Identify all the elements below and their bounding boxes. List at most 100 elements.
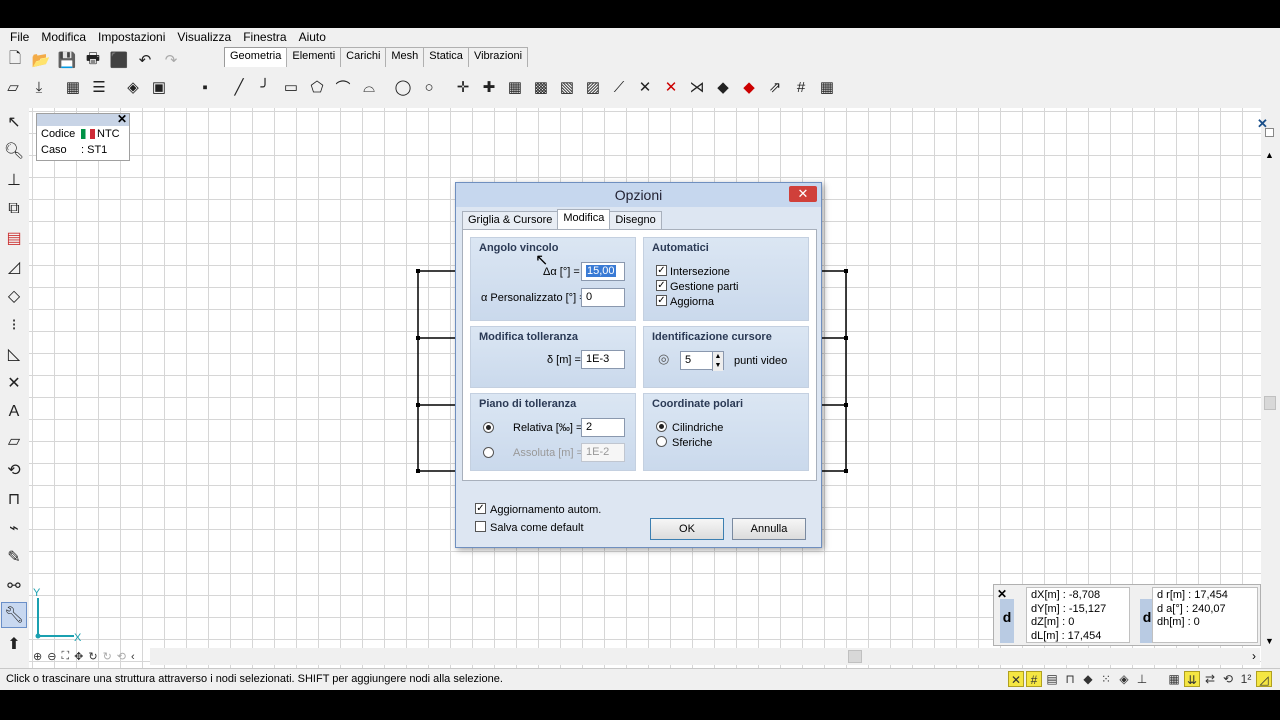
refresh-icon[interactable]: ↻ — [103, 650, 112, 663]
dialog-title: Opzioni ✕ — [456, 183, 821, 207]
status-bar: Click o trascinare una struttura attrave… — [0, 668, 1280, 690]
aggiornamento-checkbox[interactable]: ✓ — [475, 503, 486, 514]
frame-toggle-icon[interactable]: ⊓ — [1062, 671, 1078, 687]
zoom-fit-icon[interactable]: ⛶ — [61, 650, 69, 663]
case-info-box: ✕ Codice NTC Caso : ST1 — [36, 112, 130, 161]
relativa-radio[interactable] — [483, 422, 494, 433]
arrows-toggle-icon[interactable]: ⇊ — [1184, 671, 1200, 687]
ortho-icon[interactable]: ▤ — [1044, 671, 1060, 687]
zoom-controls: ⊕ ⊖ ⛶ ✥ ↻ ↻ ⟲ ‹ — [30, 648, 170, 665]
delta-angle-input[interactable]: 15,00 — [581, 262, 625, 281]
cursore-unit-label: punti video — [734, 355, 788, 367]
angolo-vincolo-panel: Angolo vincolo Δα [°] = 15,00 α Personal… — [470, 237, 636, 321]
slope-icon[interactable]: ◿ — [1256, 671, 1272, 687]
horizontal-scrollbar[interactable]: › — [150, 648, 1260, 665]
cilindriche-label: Cilindriche — [672, 422, 724, 434]
axis-toggle-icon[interactable]: ⊥ — [1134, 671, 1150, 687]
h-scroll-thumb[interactable] — [848, 650, 862, 663]
salva-default-checkbox[interactable] — [475, 521, 486, 532]
vertical-scrollbar[interactable]: ✕ ▲ ▼ — [1257, 108, 1280, 670]
power-label[interactable]: 1² — [1238, 671, 1254, 687]
custom-angle-label: α Personalizzato [°] = — [481, 292, 586, 304]
rotate-toggle-icon[interactable]: ⟲ — [1220, 671, 1236, 687]
cursore-input[interactable]: 5 ▲ ▼ — [680, 351, 724, 371]
scroll-thumb[interactable] — [1264, 396, 1276, 410]
pan-icon[interactable]: ✥ — [74, 650, 83, 663]
assoluta-label: Assoluta [m] = — [513, 447, 584, 459]
assoluta-radio[interactable] — [483, 447, 494, 458]
previous-view-icon[interactable]: ⟲ — [117, 650, 126, 663]
snap-icon[interactable]: ✕ — [1008, 671, 1024, 687]
relativa-label: Relativa [‰] = — [513, 422, 583, 434]
tab-modifica[interactable]: Modifica — [557, 209, 611, 229]
tab-disegno[interactable]: Disegno — [609, 211, 662, 229]
coordinate-polari-panel: Coordinate polari Cilindriche Sferiche — [643, 393, 809, 471]
automatici-panel: Automatici ✓ Intersezione ✓ Gestione par… — [643, 237, 809, 321]
delta-angle-label: Δα [°] = — [543, 266, 580, 278]
x-axis-label: X — [74, 632, 82, 644]
dr-value: d r[m] : 17,454 — [1157, 589, 1228, 601]
automatici-title: Automatici — [652, 242, 709, 254]
extrude-toggle-icon[interactable]: ◆ — [1080, 671, 1096, 687]
scroll-down-icon[interactable]: ▼ — [1265, 636, 1274, 646]
da-value: d a[°] : 240,07 — [1157, 602, 1226, 615]
top-black-bar — [0, 0, 1280, 28]
cursore-title: Identificazione cursore — [652, 331, 772, 343]
app-window: File Modifica Impostazioni Visualizza Fi… — [0, 28, 1280, 690]
options-dialog: Opzioni ✕ Griglia & Cursore Modifica Dis… — [455, 182, 822, 548]
cilindriche-radio[interactable] — [656, 421, 667, 432]
dialog-tabs: Griglia & Cursore Modifica Disegno — [462, 209, 662, 229]
aggiorna-checkbox[interactable]: ✓ — [656, 295, 667, 306]
gestione-parti-label: Gestione parti — [670, 281, 739, 293]
rotate-view-icon[interactable]: ↻ — [88, 650, 97, 663]
tolleranza-input[interactable]: 1E-3 — [581, 350, 625, 369]
cursore-spinner[interactable]: ▲ ▼ — [712, 352, 723, 371]
tolleranza-label: δ [m] = — [547, 354, 581, 366]
dh-value: dh[m] : 0 — [1157, 616, 1200, 628]
dialog-close-button[interactable]: ✕ — [789, 186, 817, 202]
node-toggle-icon[interactable]: ◈ — [1116, 671, 1132, 687]
zoom-out-icon[interactable]: ⊖ — [47, 650, 56, 663]
dx-value: dX[m] : -8,708 — [1031, 589, 1101, 601]
close-icon[interactable]: ✕ — [117, 112, 127, 126]
dl-value: dL[m] : 17,454 — [1031, 629, 1102, 642]
coordinates-panel: ✕ d dX[m] : -8,708 dY[m] : -15,127 dZ[m]… — [993, 584, 1261, 646]
custom-angle-input[interactable]: 0 — [581, 288, 625, 307]
tab-griglia-cursore[interactable]: Griglia & Cursore — [462, 211, 559, 229]
polar-values: d r[m] : 17,454 d a[°] : 240,07 dh[m] : … — [1152, 587, 1258, 643]
restore-icon[interactable] — [1265, 128, 1274, 137]
intersezione-checkbox[interactable]: ✓ — [656, 265, 667, 276]
caso-value: : ST1 — [81, 144, 108, 156]
dialog-title-text: Opzioni — [614, 187, 663, 203]
assoluta-input[interactable]: 1E-2 — [581, 443, 625, 462]
dz-value: dZ[m] : 0 — [1031, 616, 1075, 628]
delta-cartesian-badge: d — [1000, 599, 1014, 643]
piano-tolleranza-panel: Piano di tolleranza Relativa [‰] = 2 Ass… — [470, 393, 636, 471]
sferiche-label: Sferiche — [672, 437, 713, 449]
scroll-left-icon[interactable]: ‹ — [131, 651, 135, 663]
sferiche-radio[interactable] — [656, 436, 667, 447]
piano-title: Piano di tolleranza — [479, 398, 577, 410]
annulla-button[interactable]: Annulla — [732, 518, 806, 540]
bottom-black-bar — [0, 690, 1280, 720]
scroll-right-icon[interactable]: › — [1252, 649, 1256, 663]
aggiorna-label: Aggiorna — [670, 296, 715, 308]
codice-label: Codice — [41, 128, 76, 140]
salva-default-label: Salva come default — [490, 522, 584, 534]
relativa-input[interactable]: 2 — [581, 418, 625, 437]
cursore-panel: Identificazione cursore ◎ 5 ▲ ▼ punti vid… — [643, 326, 809, 388]
gestione-parti-checkbox[interactable]: ✓ — [656, 280, 667, 291]
target-icon: ◎ — [658, 351, 670, 366]
flip-icon[interactable]: ⇄ — [1202, 671, 1218, 687]
table-toggle-icon[interactable]: ▦ — [1166, 671, 1182, 687]
caso-label: Caso — [41, 144, 67, 156]
intersezione-label: Intersezione — [670, 266, 730, 278]
scroll-up-icon[interactable]: ▲ — [1265, 150, 1274, 160]
aggiornamento-label: Aggiornamento autom. — [490, 504, 602, 516]
ok-button[interactable]: OK — [650, 518, 724, 540]
mouse-cursor-icon: ↖ — [535, 252, 549, 269]
grid-snap-icon[interactable]: # — [1026, 671, 1042, 687]
dots-toggle-icon[interactable]: ⁙ — [1098, 671, 1114, 687]
zoom-in-icon[interactable]: ⊕ — [33, 650, 42, 663]
tolleranza-title: Modifica tolleranza — [479, 331, 579, 343]
